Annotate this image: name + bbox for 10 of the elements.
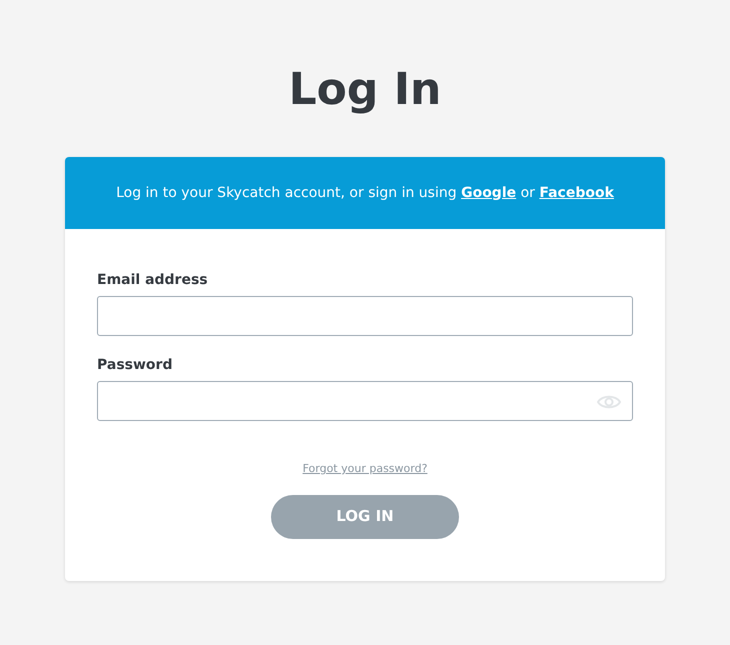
field-label: Email address — [97, 271, 209, 289]
field-label: Password — [97, 356, 174, 374]
password-field[interactable] — [97, 381, 633, 421]
forgot-password-link[interactable]: Forgot your password? — [302, 461, 428, 478]
page-title: Log In — [288, 63, 442, 117]
banner-text: Log in to your Skycatch account, or sign in using Google or Facebook — [116, 184, 614, 202]
eye-icon[interactable] — [597, 394, 621, 410]
facebook-link[interactable]: Facebook — [539, 184, 614, 200]
email-field[interactable] — [97, 296, 633, 336]
google-link[interactable]: Google — [461, 184, 516, 200]
